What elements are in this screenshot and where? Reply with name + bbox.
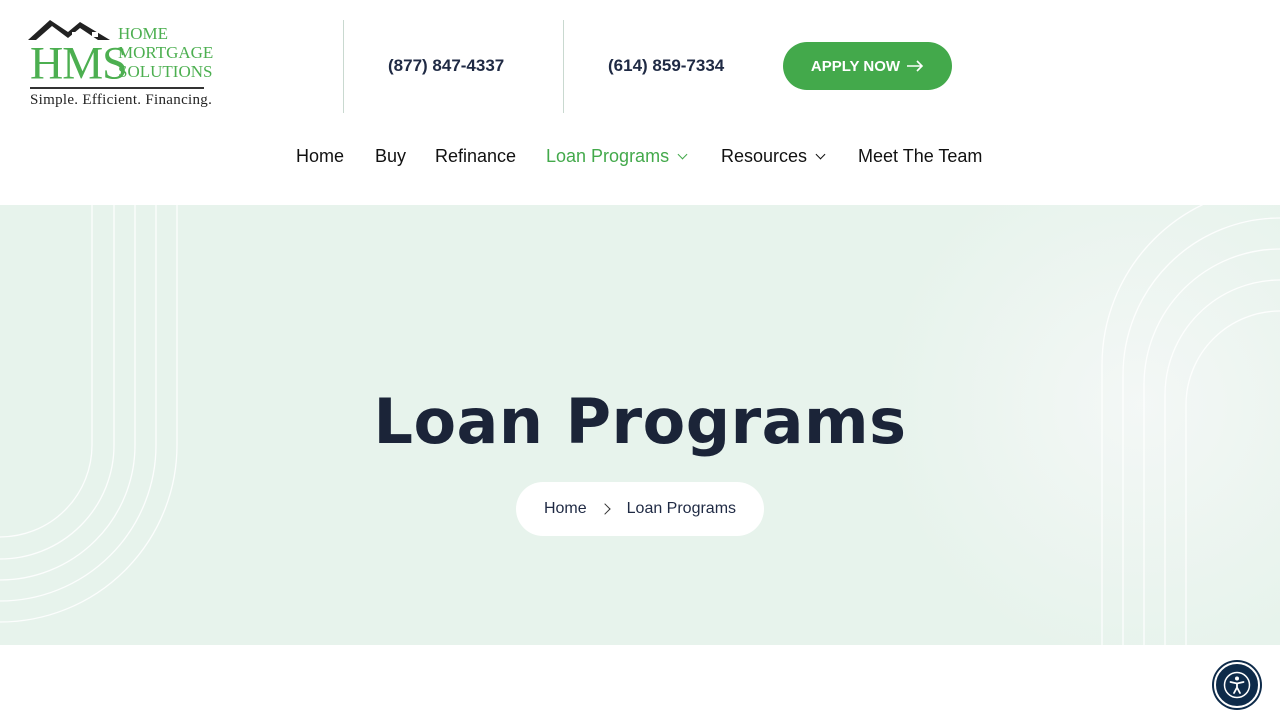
- header-divider: [563, 20, 564, 113]
- phone-link-2[interactable]: (614) 859-7334: [608, 56, 724, 76]
- nav-label: Resources: [721, 146, 808, 166]
- breadcrumb-current: Loan Programs: [626, 500, 737, 517]
- page-hero: Loan Programs Home Loan Programs: [0, 205, 1280, 645]
- main-nav: Home Buy Refinance Loan Programs Resourc…: [0, 146, 1280, 172]
- nav-item-loan-programs[interactable]: Loan Programs: [546, 146, 688, 167]
- arrow-right-icon: [907, 60, 924, 72]
- chevron-down-icon: [677, 149, 688, 159]
- accessibility-icon: [1223, 671, 1251, 699]
- nav-item-home[interactable]: Home: [296, 146, 344, 167]
- nav-item-refinance[interactable]: Refinance: [435, 146, 516, 167]
- chevron-down-icon: [815, 149, 826, 159]
- nav-label: Refinance: [435, 146, 517, 166]
- logo[interactable]: HMS HOME MORTGAGE SOLUTIONS Simple. Effi…: [28, 18, 213, 114]
- nav-label: Buy: [375, 146, 407, 166]
- nav-item-meet-the-team[interactable]: Meet The Team: [858, 146, 982, 167]
- site-header: HMS HOME MORTGAGE SOLUTIONS Simple. Effi…: [0, 0, 1280, 205]
- nav-label: Meet The Team: [858, 146, 983, 166]
- breadcrumb: Home Loan Programs: [516, 482, 764, 536]
- page-title: Loan Programs: [373, 385, 907, 458]
- breadcrumb-home-link[interactable]: Home: [544, 500, 587, 518]
- nav-label: Home: [296, 146, 345, 166]
- logo-words: HOME MORTGAGE SOLUTIONS: [118, 24, 214, 81]
- nav-item-buy[interactable]: Buy: [375, 146, 406, 167]
- apply-now-label: APPLY NOW: [810, 57, 901, 75]
- apply-now-button[interactable]: APPLY NOW: [783, 42, 952, 90]
- logo-tagline: Simple. Efficient. Financing.: [30, 92, 213, 108]
- header-divider: [343, 20, 344, 113]
- phone-link-1[interactable]: (877) 847-4337: [388, 56, 504, 76]
- logo-letters: HMS: [30, 36, 128, 89]
- accessibility-button[interactable]: [1214, 662, 1260, 708]
- logo-divider: [30, 87, 204, 89]
- nav-item-resources[interactable]: Resources: [721, 146, 826, 167]
- chevron-right-icon: [598, 503, 611, 515]
- nav-label: Loan Programs: [546, 146, 670, 166]
